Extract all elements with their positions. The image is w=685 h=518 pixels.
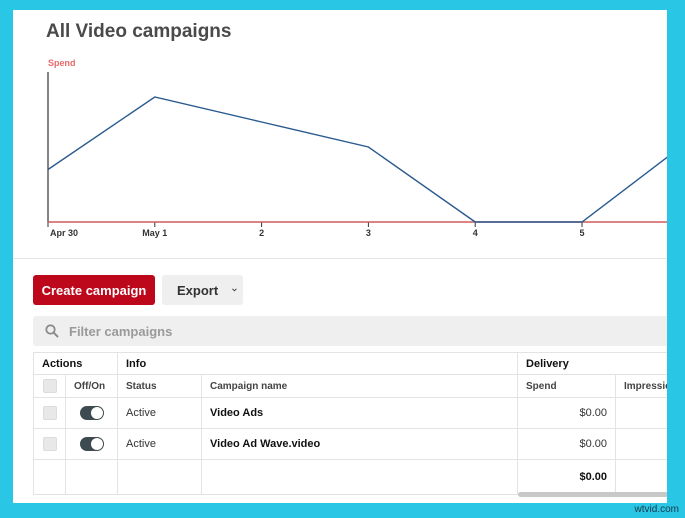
- x-tick-label: May 1: [142, 228, 167, 238]
- table-row: Active Video Ad Wave.video $0.00: [33, 428, 667, 460]
- filter-bar[interactable]: [33, 316, 667, 346]
- impressions-cell: [615, 428, 667, 460]
- campaign-name-link[interactable]: Video Ads: [200, 397, 519, 429]
- horizontal-scrollbar[interactable]: [518, 492, 667, 497]
- col-campaign-name[interactable]: Campaign name: [200, 374, 519, 398]
- status-text: Active: [117, 428, 202, 460]
- x-tick-label: 4: [473, 228, 478, 238]
- search-icon: [45, 324, 59, 338]
- on-off-toggle[interactable]: [79, 406, 104, 420]
- x-tick-label: Apr 30: [50, 228, 78, 238]
- create-campaign-button[interactable]: Create campaign: [33, 275, 155, 305]
- col-impressions[interactable]: Impressio: [615, 374, 667, 398]
- totals-row: $0.00: [33, 459, 667, 495]
- x-tick-label: 3: [366, 228, 371, 238]
- select-all-cell: [33, 374, 66, 398]
- table-row: Active Video Ads $0.00: [33, 397, 667, 429]
- export-label: Export: [177, 282, 219, 298]
- campaigns-table: Actions Info Delivery Off/On Status Camp…: [33, 352, 667, 495]
- total-spend: $0.00: [517, 459, 617, 495]
- on-off-toggle[interactable]: [79, 437, 104, 451]
- campaigns-panel: All Video campaigns Spend Apr 30 May 1234…: [13, 10, 667, 503]
- col-spend[interactable]: Spend: [517, 374, 617, 398]
- group-info: Info: [116, 352, 519, 375]
- spend-cell: $0.00: [517, 397, 617, 429]
- spend-cell: $0.00: [517, 428, 617, 460]
- select-all-checkbox[interactable]: [42, 379, 57, 393]
- col-offon: Off/On: [65, 374, 118, 398]
- chevron-down-icon: [232, 288, 237, 292]
- section-divider: [13, 258, 667, 259]
- filter-campaigns-input[interactable]: [69, 316, 629, 346]
- group-delivery: Delivery: [517, 352, 667, 375]
- watermark-text: wtvid.com: [634, 504, 679, 515]
- export-button[interactable]: Export: [162, 275, 243, 305]
- col-status[interactable]: Status: [117, 374, 202, 398]
- series-line: [47, 96, 667, 223]
- row-checkbox[interactable]: [42, 406, 57, 420]
- status-text: Active: [117, 397, 202, 429]
- campaign-name-link[interactable]: Video Ad Wave.video: [200, 428, 519, 460]
- x-tick-label: 5: [579, 228, 584, 238]
- row-checkbox[interactable]: [42, 437, 57, 451]
- spend-chart: Apr 30 May 1 2 3 4 5: [47, 72, 667, 238]
- impressions-cell: [615, 397, 667, 429]
- x-tick-label: 2: [259, 228, 264, 238]
- group-actions: Actions: [33, 352, 118, 375]
